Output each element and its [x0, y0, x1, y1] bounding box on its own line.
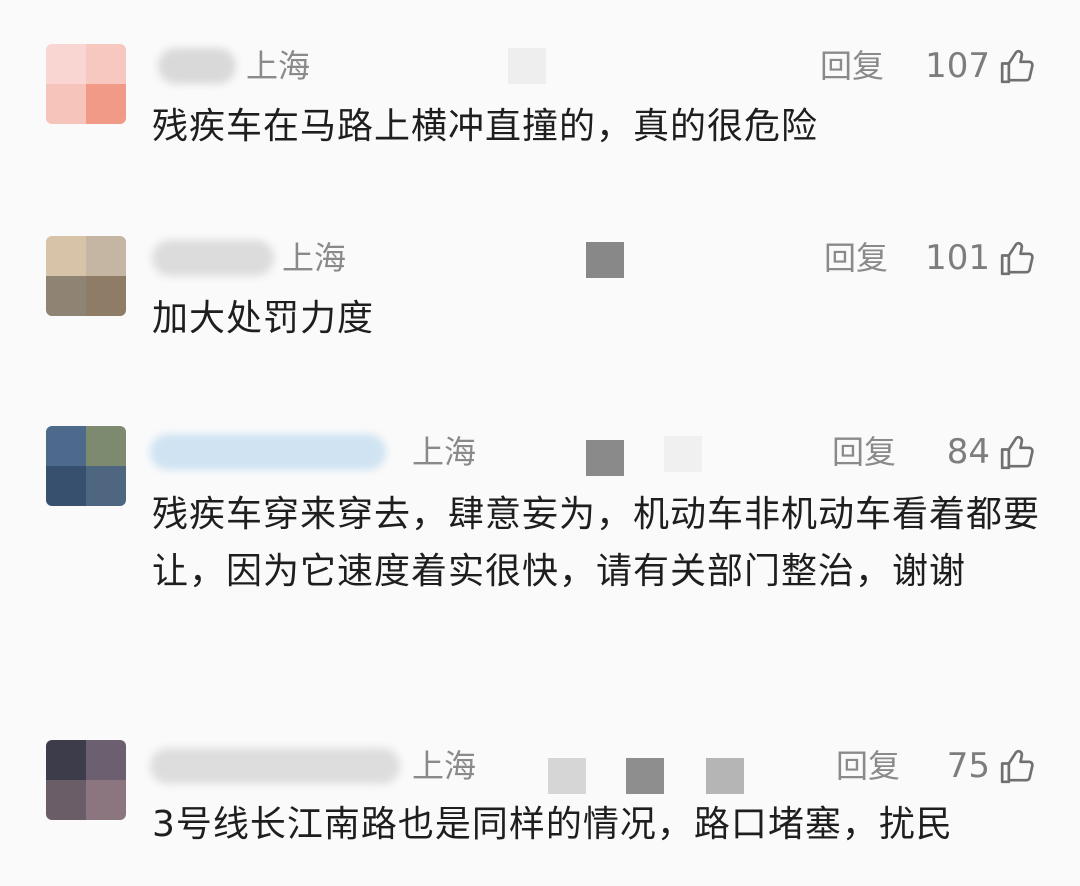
- thumbs-up-icon[interactable]: [998, 746, 1038, 786]
- comment-text: 残疾车穿来穿去，肆意妄为，机动车非机动车看着都要让，因为它速度着实很快，请有关部…: [152, 494, 1041, 592]
- censor-block: [626, 758, 664, 794]
- avatar[interactable]: [46, 426, 126, 506]
- censor-block: [706, 758, 744, 794]
- location-label: 上海: [412, 433, 477, 471]
- avatar[interactable]: [46, 740, 126, 820]
- censor-block: [586, 440, 624, 476]
- username-blurred[interactable]: [150, 434, 386, 470]
- like-count: 75: [946, 746, 990, 786]
- comment-item: 上海 回复 75 3号线长江南路也是同样的情况，路口堵塞，扰民: [0, 0, 1080, 845]
- like-count: 84: [946, 432, 990, 472]
- avatar[interactable]: [46, 236, 126, 316]
- thumbs-up-icon[interactable]: [998, 432, 1038, 472]
- like-count: 101: [925, 238, 990, 278]
- censor-block: [548, 758, 586, 794]
- username-blurred[interactable]: [150, 748, 400, 784]
- censor-block: [586, 242, 624, 278]
- location-label: 上海: [412, 747, 477, 785]
- location-label: 上海: [282, 239, 347, 277]
- reply-button[interactable]: 回复: [824, 238, 888, 278]
- comment-text: 加大处罚力度: [152, 298, 375, 339]
- thumbs-up-icon[interactable]: [998, 238, 1038, 278]
- username-blurred[interactable]: [152, 240, 274, 276]
- censor-block: [664, 436, 702, 472]
- reply-button[interactable]: 回复: [836, 746, 900, 786]
- reply-button[interactable]: 回复: [832, 432, 896, 472]
- comment-text: 3号线长江南路也是同样的情况，路口堵塞，扰民: [152, 804, 953, 845]
